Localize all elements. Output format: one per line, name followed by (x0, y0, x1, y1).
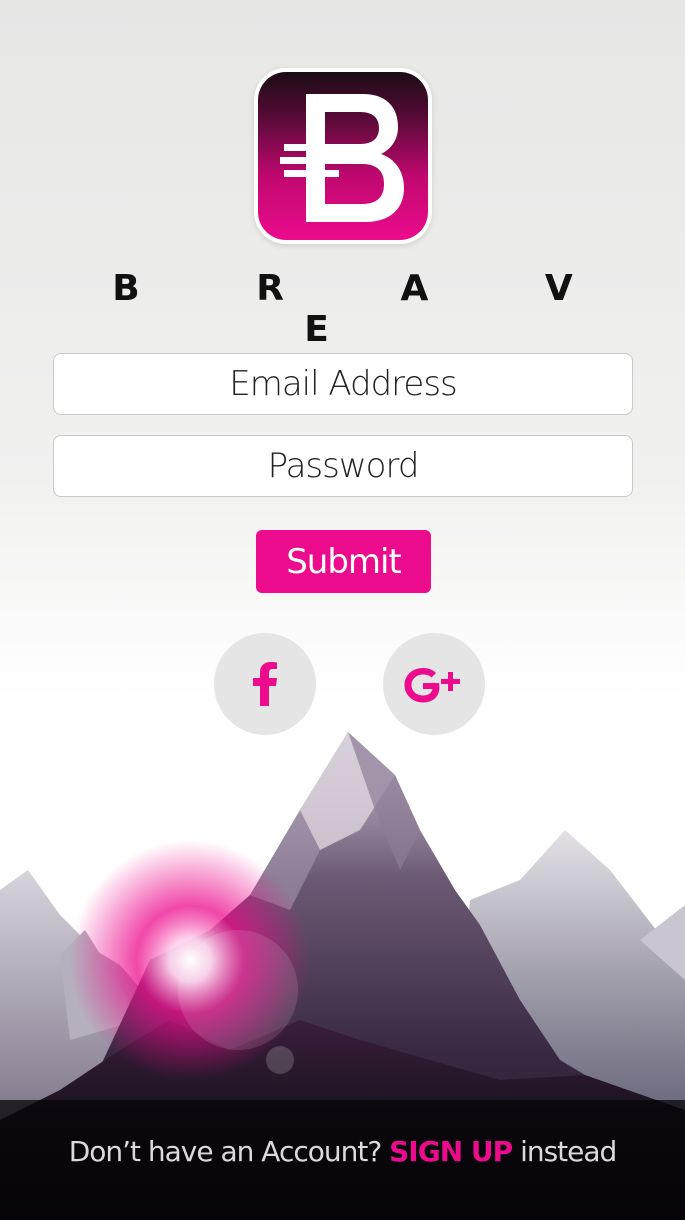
app-logo (254, 68, 432, 244)
email-input[interactable] (53, 353, 633, 415)
password-input[interactable] (53, 435, 633, 497)
signup-prompt-text: Don’t have an Account? (68, 1135, 383, 1168)
brave-b-logo-icon (280, 94, 404, 222)
submit-button[interactable]: Submit (256, 530, 431, 593)
facebook-icon (253, 662, 277, 706)
logo-tile (258, 72, 428, 240)
login-screen: B R A V E Submit Don’t have an Account? … (0, 0, 685, 1220)
signup-link[interactable]: SIGN UP (389, 1135, 513, 1168)
google-plus-icon (404, 668, 460, 703)
brand-name: B R A V E (112, 268, 625, 350)
signup-prompt: Don’t have an Account? SIGN UP instead (0, 1135, 685, 1168)
google-plus-login-button[interactable] (383, 633, 485, 735)
facebook-login-button[interactable] (214, 633, 316, 735)
signup-prompt-suffix: instead (520, 1135, 617, 1168)
